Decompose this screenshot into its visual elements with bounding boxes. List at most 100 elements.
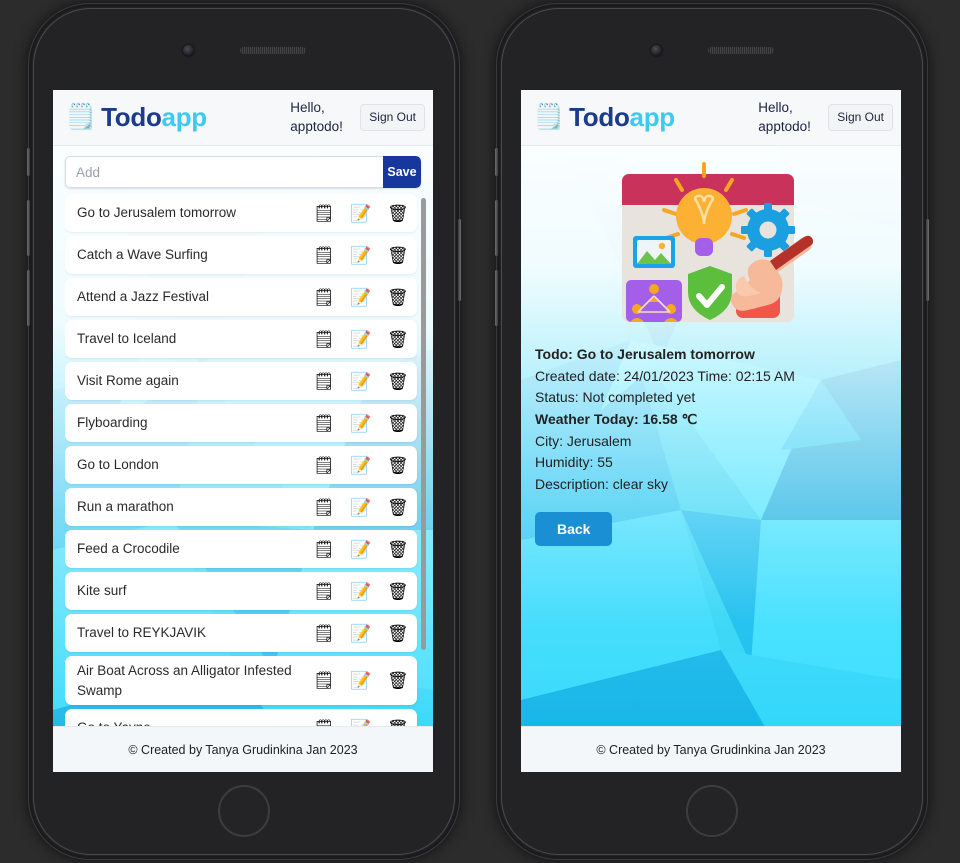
todo-list-item[interactable]: Kite surf 🗒 📝 🗑 [65,572,417,610]
todo-list-item[interactable]: Attend a Jazz Festival 🗒 📝 🗑 [65,278,417,316]
todo-item-actions: 🗒 📝 🗑 [313,457,411,474]
todo-list-item[interactable]: Go to Yavne🗒📝🗑 [65,709,417,726]
todo-list-item[interactable]: Air Boat Across an Alligator Infested Sw… [65,656,417,706]
back-button[interactable]: Back [535,511,613,546]
notes-icon[interactable]: 🗒 [313,457,335,474]
sign-out-button[interactable]: Sign Out [828,104,893,131]
edit-icon[interactable]: 📝 [350,247,371,264]
detail-status: Status: Not completed yet [535,389,696,406]
delete-icon[interactable]: 🗑 [387,625,409,642]
todo-list-container: Go to Jerusalem tomorrow 🗒 📝 🗑 Catch a Wave … [53,194,433,726]
add-todo-input[interactable] [65,156,383,188]
save-button[interactable]: Save [383,156,421,188]
notes-icon[interactable]: 🗒 [313,541,335,558]
edit-icon[interactable]: 📝 [350,415,371,432]
delete-icon[interactable]: 🗑 [387,331,409,348]
notepad-pen-icon: 🗒️ [533,103,565,131]
notes-icon[interactable]: 🗒 [313,583,335,600]
user-greeting: Hello, apptodo! [290,100,343,134]
delete-icon[interactable]: 🗑 [387,541,409,558]
todo-item-actions: 🗒 📝 🗑 [313,583,411,600]
earpiece-speaker [708,47,774,54]
todo-item-actions: 🗒 📝 🗑 [313,331,411,348]
home-button[interactable] [218,785,270,837]
todo-item-actions: 🗒 📝 🗑 [313,205,411,222]
delete-icon[interactable]: 🗑 [387,583,409,600]
todo-list-item[interactable]: Run a marathon 🗒 📝 🗑 [65,488,417,526]
brand-logo[interactable]: 🗒️ Todoapp [65,102,290,133]
delete-icon[interactable]: 🗑 [387,457,409,474]
edit-icon[interactable]: 📝 [350,373,371,390]
edit-icon[interactable]: 📝 [350,499,371,516]
home-button[interactable] [686,785,738,837]
todo-item-actions: 🗒 📝 🗑 [313,289,411,306]
delete-icon[interactable]: 🗑 [387,415,409,432]
detail-weather-today: Weather Today: 16.58 ℃ [535,411,698,428]
todo-list-item[interactable]: Feed a Crocodile 🗒 📝 🗑 [65,530,417,568]
todo-list-item[interactable]: Flyboarding 🗒 📝 🗑 [65,404,417,442]
notes-icon[interactable]: 🗒 [313,415,335,432]
todo-item-actions: 🗒 📝 🗑 [313,541,411,558]
detail-created-date: Created date: 24/01/2023 Time: 02:15 AM [535,367,795,384]
volume-down-button[interactable] [27,270,30,326]
todo-list-item[interactable]: Travel to REYKJAVIK 🗒 📝 🗑 [65,614,417,652]
edit-icon[interactable]: 📝 [350,457,371,474]
volume-up-button[interactable] [495,200,498,256]
screen-left-list-view: 🗒️ Todoapp Hello, apptodo! Sign Out Save… [53,90,433,772]
brand-title-app: app [629,102,676,132]
notes-icon[interactable]: 🗒 [313,373,335,390]
sign-out-button[interactable]: Sign Out [360,104,425,131]
edit-icon[interactable]: 📝 [350,289,371,306]
brand-logo[interactable]: 🗒️ Todoapp [533,102,758,133]
todo-item-actions: 🗒 📝 🗑 [313,499,411,516]
earpiece-speaker [240,47,306,54]
mute-switch[interactable] [27,148,30,176]
power-button[interactable] [926,219,929,301]
edit-icon[interactable]: 📝 [350,205,371,222]
notes-icon[interactable]: 🗒 [313,625,335,642]
delete-icon[interactable]: 🗑 [387,499,409,516]
delete-icon[interactable]: 🗑 [387,247,409,264]
brand-title-app: app [161,102,208,132]
todo-item-title: Run a marathon [77,499,174,515]
todo-item-title: Air Boat Across an Alligator Infested Sw… [77,663,292,698]
edit-icon[interactable]: 📝 [350,541,371,558]
notes-icon[interactable]: 🗒 [313,499,335,516]
mute-switch[interactable] [495,148,498,176]
todo-item-actions: 🗒 📝 🗑 [313,415,411,432]
screen-right-detail-view: 🗒️ Todoapp Hello, apptodo! Sign Out Todo… [521,90,901,772]
list-scrollbar[interactable] [421,198,426,650]
app-header: 🗒️ Todoapp Hello, apptodo! Sign Out [53,90,433,146]
notes-icon[interactable]: 🗒 [313,331,335,348]
screenshot-stage: 🗒️ Todoapp Hello, apptodo! Sign Out Save… [0,0,960,863]
edit-icon[interactable]: 📝 [350,625,371,642]
volume-up-button[interactable] [27,200,30,256]
notes-icon[interactable]: 🗒 [313,672,335,689]
notes-icon[interactable]: 🗒 [313,205,335,222]
todo-list-item[interactable]: Catch a Wave Surfing 🗒 📝 🗑 [65,236,417,274]
todo-list-item[interactable]: Visit Rome again 🗒 📝 🗑 [65,362,417,400]
delete-icon[interactable]: 🗑 [387,672,409,689]
delete-icon[interactable]: 🗑 [387,373,409,390]
delete-icon[interactable]: 🗑 [387,205,409,222]
edit-icon[interactable]: 📝 [350,583,371,600]
todo-list-item[interactable]: Go to Jerusalem tomorrow 🗒 📝 🗑 [65,194,417,232]
todo-detail-panel: Todo: Go to Jerusalem tomorrow Created d… [521,146,901,726]
creative-workspace-illustration [622,162,814,322]
power-button[interactable] [458,219,461,301]
app-header: 🗒️ Todoapp Hello, apptodo! Sign Out [521,90,901,146]
todo-list-item[interactable]: Go to London 🗒 📝 🗑 [65,446,417,484]
notepad-pen-icon: 🗒️ [65,103,97,131]
todo-item-title: Go to Jerusalem tomorrow [77,205,237,221]
todo-item-title: Travel to REYKJAVIK [77,625,207,641]
todo-list-item[interactable]: Travel to Iceland 🗒 📝 🗑 [65,320,417,358]
volume-down-button[interactable] [495,270,498,326]
delete-icon[interactable]: 🗑 [387,289,409,306]
edit-icon[interactable]: 📝 [350,331,371,348]
detail-todo-title: Todo: Go to Jerusalem tomorrow [535,346,755,362]
edit-icon[interactable]: 📝 [350,672,371,689]
app-footer: © Created by Tanya Grudinkina Jan 2023 [53,726,433,772]
notes-icon[interactable]: 🗒 [313,247,335,264]
brand-title-todo: Todo [101,102,162,132]
notes-icon[interactable]: 🗒 [313,289,335,306]
